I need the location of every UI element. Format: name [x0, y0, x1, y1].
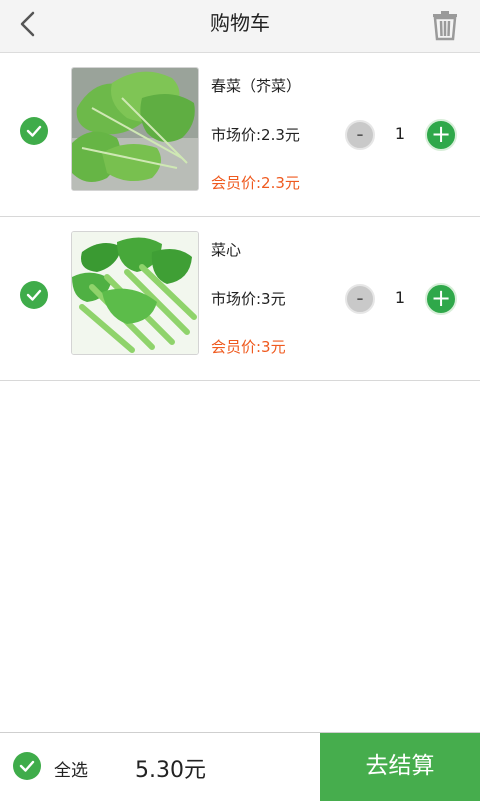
- check-icon: [26, 125, 42, 137]
- product-image[interactable]: [71, 67, 199, 191]
- bottom-bar: 全选 5.30元 去结算: [0, 732, 480, 801]
- member-price: 会员价:3元: [211, 338, 286, 356]
- total-price: 5.30元: [135, 758, 206, 783]
- increase-quantity-button[interactable]: +: [425, 283, 457, 315]
- select-all-label[interactable]: 全选: [54, 756, 88, 781]
- item-checkbox[interactable]: [20, 281, 48, 309]
- market-price: 市场价:2.3元: [211, 126, 300, 144]
- cart-item: 春菜（芥菜） 市场价:2.3元 会员价:2.3元 - 1 +: [0, 53, 480, 217]
- increase-quantity-button[interactable]: +: [425, 119, 457, 151]
- quantity-value: 1: [394, 288, 406, 307]
- top-bar: 购物车: [0, 0, 480, 53]
- product-name: 春菜（芥菜）: [211, 77, 302, 95]
- item-checkbox[interactable]: [20, 117, 48, 145]
- product-image[interactable]: [71, 231, 199, 355]
- trash-icon[interactable]: [430, 9, 460, 41]
- market-price: 市场价:3元: [211, 290, 286, 308]
- decrease-quantity-button[interactable]: -: [345, 284, 375, 314]
- checkout-button[interactable]: 去结算: [320, 733, 480, 801]
- quantity-value: 1: [394, 124, 406, 143]
- decrease-quantity-button[interactable]: -: [345, 120, 375, 150]
- page-title: 购物车: [210, 11, 270, 35]
- cart-item: 菜心 市场价:3元 会员价:3元 - 1 +: [0, 217, 480, 381]
- product-name: 菜心: [211, 241, 242, 259]
- check-icon: [26, 289, 42, 301]
- select-all-checkbox[interactable]: [13, 752, 41, 780]
- member-price: 会员价:2.3元: [211, 174, 300, 192]
- check-icon: [19, 760, 35, 772]
